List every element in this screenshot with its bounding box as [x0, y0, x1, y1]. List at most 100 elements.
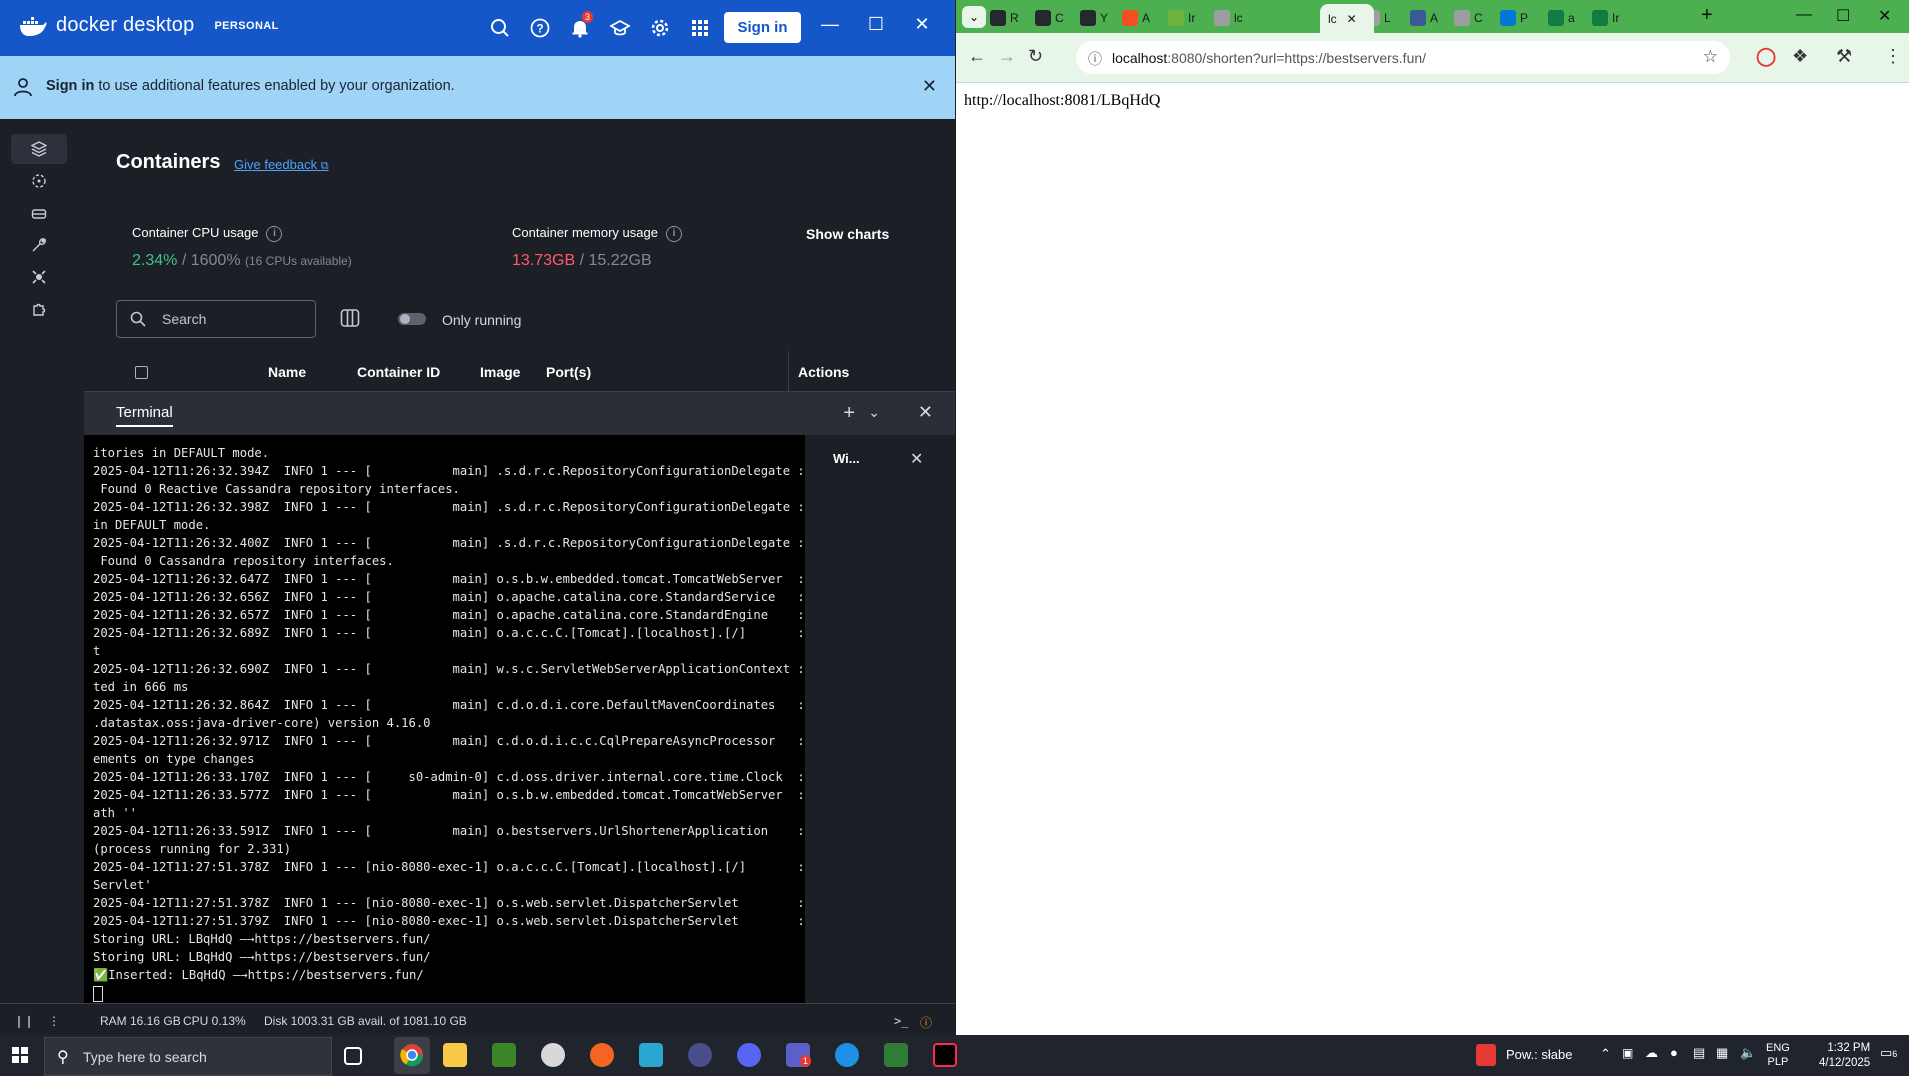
browser-tab[interactable]: R [990, 6, 1034, 30]
snipping-tool-icon[interactable] [541, 1043, 565, 1067]
app-icon-blue[interactable] [639, 1043, 663, 1067]
browser-tab[interactable]: P [1500, 6, 1544, 30]
sidebar-item-extensions[interactable] [11, 294, 67, 324]
discord-icon[interactable] [737, 1043, 761, 1067]
learning-center-icon[interactable] [608, 16, 632, 40]
opera-extension-icon[interactable]: ◯ [1756, 46, 1776, 67]
tab-search-chevron-icon[interactable]: ⌄ [962, 6, 986, 28]
task-view-icon[interactable] [344, 1047, 362, 1065]
sidebar-item-containers[interactable] [11, 134, 67, 164]
select-all-checkbox[interactable] [135, 366, 148, 379]
chrome-maximize-icon[interactable]: ☐ [1836, 6, 1850, 26]
forward-icon[interactable]: → [998, 46, 1016, 67]
column-image[interactable]: Image [480, 364, 520, 380]
minecraft-icon[interactable] [492, 1043, 516, 1067]
weather-icon[interactable] [1476, 1044, 1496, 1066]
bookmark-star-icon[interactable]: ☆ [1703, 47, 1718, 67]
notepad-plus-icon[interactable] [884, 1043, 908, 1067]
language-indicator[interactable]: ENG PLP [1766, 1041, 1790, 1069]
column-name[interactable]: Name [268, 364, 306, 380]
browser-tab[interactable]: A [1410, 6, 1454, 30]
file-explorer-icon[interactable] [443, 1043, 467, 1067]
camera-icon[interactable]: ▤ [1693, 1045, 1705, 1061]
tab-active[interactable]: lc ✕ [1320, 4, 1374, 33]
new-tab-icon[interactable]: + [1701, 4, 1713, 27]
teams-icon[interactable]: 1 [786, 1043, 812, 1067]
address-bar[interactable]: ⓘ localhost:8080/shorten?url=https://bes… [1076, 41, 1730, 74]
notifications-bell-icon[interactable]: 3 [568, 11, 594, 40]
network-icon[interactable]: ▦ [1716, 1045, 1728, 1061]
browser-tab[interactable]: lc [1214, 6, 1258, 30]
browser-tab[interactable]: Ir [1168, 6, 1212, 30]
plan-badge: PERSONAL [214, 19, 279, 32]
maximize-icon[interactable]: ☐ [862, 14, 890, 35]
taskbar-search-input[interactable]: ⚲ Type here to search [44, 1037, 332, 1076]
browser-tab[interactable]: Y [1080, 6, 1124, 30]
browser-tab[interactable]: Ir [1592, 6, 1636, 30]
docker-brand: docker desktop [56, 14, 195, 36]
onedrive-icon[interactable]: ☁ [1645, 1045, 1658, 1061]
column-ports[interactable]: Port(s) [546, 364, 591, 380]
column-container-id[interactable]: Container ID [357, 364, 440, 380]
docker-whale-icon [20, 16, 47, 36]
chrome-menu-icon[interactable]: ⋮ [1884, 46, 1902, 67]
origin-icon[interactable] [590, 1043, 614, 1067]
search-icon[interactable] [488, 16, 512, 40]
browser-tab[interactable]: C [1454, 6, 1498, 30]
close-side-panel-icon[interactable]: ✕ [910, 449, 923, 469]
terminal-line: ted in 666 ms [93, 680, 189, 694]
sidebar-item-scout[interactable] [11, 262, 67, 292]
only-running-label: Only running [442, 312, 522, 328]
terminal-output[interactable]: itories in DEFAULT mode. 2025-04-12T11:26… [84, 435, 805, 1003]
close-terminal-icon[interactable]: ✕ [918, 402, 933, 423]
columns-icon[interactable] [340, 308, 360, 331]
minimize-icon[interactable]: — [816, 14, 844, 35]
give-feedback-link[interactable]: Give feedback ⧉ [234, 157, 329, 173]
tray-overflow-chevron-icon[interactable]: ⌃ [1600, 1046, 1611, 1062]
settings-gear-icon[interactable] [648, 16, 672, 40]
back-icon[interactable]: ← [968, 46, 986, 67]
cpu-info-icon[interactable]: i [266, 225, 283, 242]
sidebar-item-volumes[interactable] [11, 198, 67, 228]
extensions-puzzle-icon[interactable]: ❖ [1792, 46, 1808, 67]
tray-clock[interactable]: 1:32 PM 4/12/2025 [1819, 1041, 1870, 1071]
browser-tab[interactable]: A [1122, 6, 1166, 30]
terminal-prompt-icon[interactable]: >_ [894, 1014, 908, 1028]
browser-tab[interactable]: C [1035, 6, 1079, 30]
chrome-close-icon[interactable]: ✕ [1878, 6, 1891, 26]
profile-extension-icon[interactable]: ⚒ [1836, 46, 1852, 67]
banner-sign-in-link[interactable]: Sign in [46, 78, 94, 94]
close-tab-icon[interactable]: ✕ [1347, 12, 1357, 26]
microphone-icon[interactable]: ● [1670, 1045, 1678, 1060]
banner-close-icon[interactable]: ✕ [922, 76, 937, 97]
browser-tab[interactable]: a [1548, 6, 1592, 30]
app-icon-purple[interactable] [688, 1043, 712, 1067]
container-search-input[interactable]: Search [116, 300, 316, 338]
close-window-icon[interactable]: ✕ [908, 14, 936, 35]
help-icon[interactable]: ? [528, 16, 552, 40]
sidebar-item-builds[interactable] [11, 230, 67, 260]
tab-terminal[interactable]: Terminal [116, 404, 173, 427]
windows-start-icon[interactable] [12, 1047, 28, 1066]
tray-icon-app[interactable]: ▣ [1622, 1046, 1633, 1060]
site-info-icon[interactable]: ⓘ [1088, 49, 1102, 69]
only-running-toggle[interactable] [398, 313, 426, 325]
reload-icon[interactable]: ↻ [1028, 46, 1043, 67]
chevron-down-icon[interactable]: ⌄ [868, 404, 880, 421]
memory-info-icon[interactable]: i [665, 225, 682, 242]
notification-center-icon[interactable]: ▭6 [1880, 1045, 1897, 1061]
show-charts-button[interactable]: Show charts [806, 226, 889, 242]
volume-icon[interactable]: 🔈 [1740, 1045, 1756, 1061]
more-icon[interactable]: ⋮ [48, 1014, 60, 1028]
chrome-app-icon[interactable] [394, 1037, 430, 1074]
sidebar-item-images[interactable] [11, 166, 67, 196]
terminal-side-title[interactable]: Wi... [833, 451, 860, 466]
docker-desktop-app-icon[interactable] [835, 1043, 859, 1067]
extensions-grid-icon[interactable] [688, 16, 712, 40]
warning-info-icon[interactable]: ⓘ [920, 1014, 932, 1031]
add-terminal-icon[interactable]: + [843, 402, 855, 425]
sign-in-button[interactable]: Sign in [724, 12, 801, 43]
intellij-icon[interactable] [933, 1043, 957, 1067]
weather-text[interactable]: Pow.: słabe [1506, 1047, 1573, 1062]
chrome-minimize-icon[interactable]: — [1796, 6, 1812, 24]
